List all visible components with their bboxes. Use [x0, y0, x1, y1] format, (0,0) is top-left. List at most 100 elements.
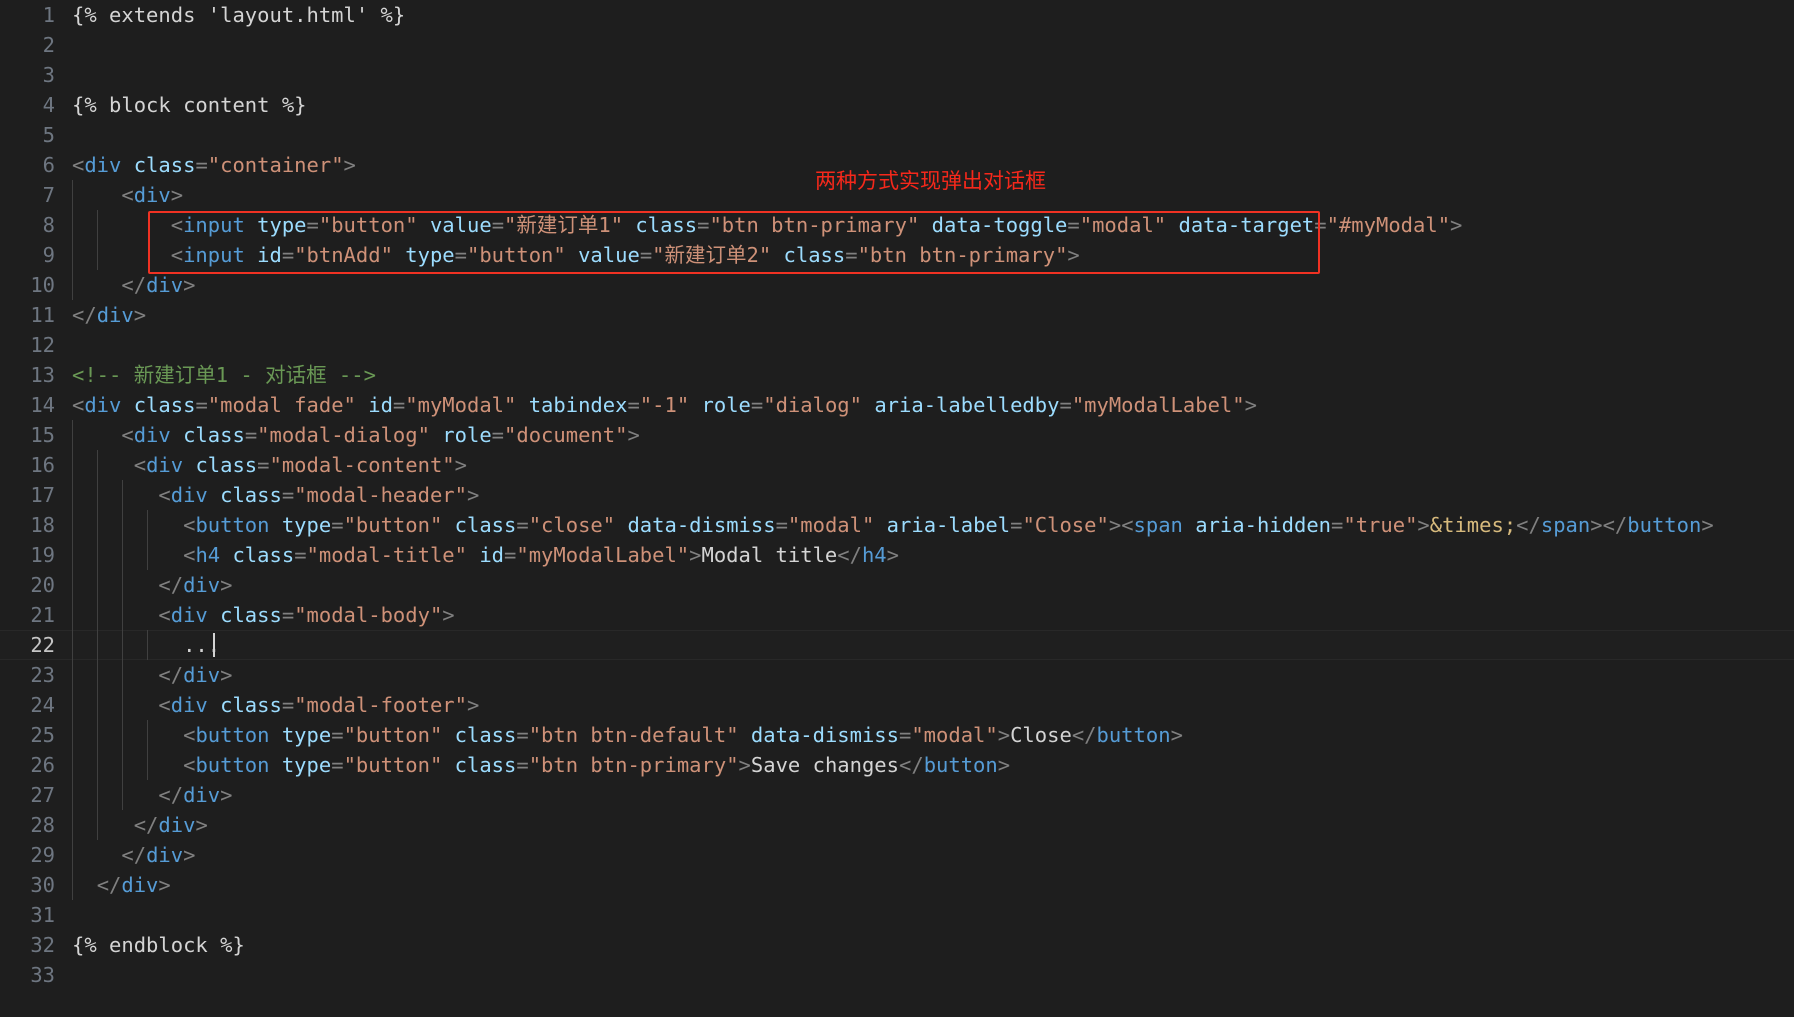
code-line-15[interactable]: 15 <div class="modal-dialog" role="docum…	[0, 420, 1794, 450]
code-line-22[interactable]: 22 ...	[0, 630, 1794, 660]
code-line-1[interactable]: 1 {% extends 'layout.html' %}	[0, 0, 1794, 30]
token-punct: >	[738, 753, 751, 777]
token-punct: <	[121, 183, 134, 207]
token-jinja: {% endblock %}	[72, 933, 245, 957]
code-line-14[interactable]: 14 <div class="modal fade" id="myModal" t…	[0, 390, 1794, 420]
line-content[interactable]: </div>	[72, 270, 195, 300]
line-content[interactable]: <div class="modal fade" id="myModal" tab…	[72, 390, 1257, 420]
code-line-24[interactable]: 24 <div class="modal-footer">	[0, 690, 1794, 720]
code-line-18[interactable]: 18 <button type="button" class="close" d…	[0, 510, 1794, 540]
line-content[interactable]: <input type="button" value="新建订单1" class…	[72, 210, 1463, 240]
token-str: "-1"	[639, 393, 690, 417]
line-content[interactable]: </div>	[72, 810, 208, 840]
token-str: "btn btn-default"	[528, 723, 739, 747]
code-line-12[interactable]: 12	[0, 330, 1794, 360]
line-content[interactable]: <button type="button" class="btn btn-pri…	[72, 750, 1010, 780]
token-punct: >	[170, 183, 184, 207]
code-line-23[interactable]: 23 </div>	[0, 660, 1794, 690]
token-punct: >	[1170, 723, 1183, 747]
code-line-17[interactable]: 17 <div class="modal-header">	[0, 480, 1794, 510]
line-content[interactable]: <h4 class="modal-title" id="myModalLabel…	[72, 540, 899, 570]
line-number: 11	[30, 303, 55, 327]
line-number: 10	[30, 273, 55, 297]
line-content[interactable]: </div>	[72, 840, 195, 870]
token-tag: button	[195, 513, 270, 537]
token-tag: span	[1133, 513, 1183, 537]
token-tag: div	[146, 273, 184, 297]
line-content[interactable]: <div class="modal-content">	[72, 450, 467, 480]
code-line-9[interactable]: 9 <input id="btnAdd" type="button" value…	[0, 240, 1794, 270]
token-tag: div	[158, 813, 196, 837]
token-attr: type	[257, 213, 307, 237]
line-content[interactable]: <div class="modal-dialog" role="document…	[72, 420, 639, 450]
token-attr: data-dismiss	[627, 513, 776, 537]
token-punct: =	[516, 513, 529, 537]
code-line-10[interactable]: 10 </div>	[0, 270, 1794, 300]
code-line-2[interactable]: 2	[0, 30, 1794, 60]
token-str: "button"	[343, 723, 443, 747]
token-punct: <	[158, 603, 171, 627]
token-attr: class	[183, 423, 245, 447]
code-line-3[interactable]: 3	[0, 60, 1794, 90]
code-line-29[interactable]: 29 </div>	[0, 840, 1794, 870]
line-number: 30	[30, 873, 55, 897]
line-content[interactable]: <div class="container">	[72, 150, 356, 180]
code-line-4[interactable]: 4 {% block content %}	[0, 90, 1794, 120]
code-line-28[interactable]: 28 </div>	[0, 810, 1794, 840]
code-line-19[interactable]: 19 <h4 class="modal-title" id="myModalLa…	[0, 540, 1794, 570]
line-content[interactable]: {% extends 'layout.html' %}	[72, 0, 405, 30]
token-attr: data-target	[1178, 213, 1315, 237]
line-content[interactable]: </div>	[72, 870, 171, 900]
token-tag: div	[170, 483, 208, 507]
code-line-26[interactable]: 26 <button type="button" class="btn btn-…	[0, 750, 1794, 780]
token-punct: <	[183, 723, 196, 747]
line-content[interactable]: <div>	[72, 180, 183, 210]
code-editor[interactable]: 1 {% extends 'layout.html' %} 2 3 4 {% block …	[0, 0, 1794, 1017]
token-punct: =	[195, 393, 208, 417]
line-content[interactable]: </div>	[72, 570, 232, 600]
code-line-32[interactable]: 32 {% endblock %}	[0, 930, 1794, 960]
line-content[interactable]: <input id="btnAdd" type="button" value="…	[72, 240, 1080, 270]
token-punct: >	[1701, 513, 1714, 537]
token-punct: >	[886, 543, 899, 567]
token-punct: =	[750, 393, 764, 417]
code-line-21[interactable]: 21 <div class="modal-body">	[0, 600, 1794, 630]
code-line-27[interactable]: 27 </div>	[0, 780, 1794, 810]
line-content[interactable]: <button type="button" class="btn btn-def…	[72, 720, 1183, 750]
code-line-16[interactable]: 16 <div class="modal-content">	[0, 450, 1794, 480]
token-tag: div	[121, 873, 159, 897]
line-content[interactable]: </div>	[72, 780, 232, 810]
line-content[interactable]: <!-- 新建订单1 - 对话框 -->	[72, 360, 376, 390]
token-punct: >	[1590, 513, 1603, 537]
line-content[interactable]: <div class="modal-header">	[72, 480, 479, 510]
line-content[interactable]: {% endblock %}	[72, 930, 245, 960]
code-line-5[interactable]: 5	[0, 120, 1794, 150]
token-punct: >	[1450, 213, 1463, 237]
code-line-20[interactable]: 20 </div>	[0, 570, 1794, 600]
line-content[interactable]: </div>	[72, 300, 146, 330]
line-content[interactable]: ...	[72, 630, 220, 660]
line-content[interactable]: {% block content %}	[72, 90, 307, 120]
code-line-30[interactable]: 30 </div>	[0, 870, 1794, 900]
line-content[interactable]: </div>	[72, 660, 232, 690]
line-content[interactable]: <button type="button" class="close" data…	[72, 510, 1714, 540]
line-content[interactable]: <div class="modal-body">	[72, 600, 455, 630]
line-content[interactable]: <div class="modal-footer">	[72, 690, 479, 720]
line-number: 25	[30, 723, 55, 747]
code-line-11[interactable]: 11 </div>	[0, 300, 1794, 330]
code-line-25[interactable]: 25 <button type="button" class="btn btn-…	[0, 720, 1794, 750]
code-line-13[interactable]: 13 <!-- 新建订单1 - 对话框 -->	[0, 360, 1794, 390]
code-line-31[interactable]: 31	[0, 900, 1794, 930]
code-lines-container[interactable]: 1 {% extends 'layout.html' %} 2 3 4 {% block …	[0, 0, 1794, 1017]
token-punct: >	[220, 663, 233, 687]
code-line-8[interactable]: 8 <input type="button" value="新建订单1" cla…	[0, 210, 1794, 240]
code-line-33[interactable]: 33	[0, 960, 1794, 990]
token-punct: >	[442, 603, 455, 627]
annotation-label: 两种方式实现弹出对话框	[815, 169, 1046, 193]
